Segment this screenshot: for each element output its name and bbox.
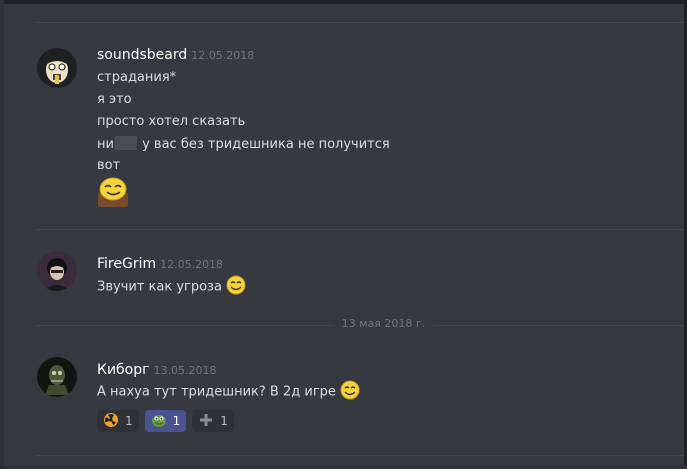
message-text-part: Звучит как угроза (97, 279, 222, 295)
avatar[interactable] (37, 48, 77, 88)
avatar[interactable] (37, 251, 77, 291)
reactions-bar: 1 1 1 (97, 410, 234, 432)
custom-emoji-icon (97, 177, 129, 207)
radiation-emoji-icon (103, 412, 119, 431)
reaction-count: 1 (172, 414, 181, 428)
reaction-radiation[interactable]: 1 (97, 410, 139, 432)
message-text: ни у вас без тридешника не получится (97, 136, 390, 152)
avatar[interactable] (37, 357, 77, 397)
pepe-frog-emoji-icon (151, 412, 167, 431)
username[interactable]: Киборг (97, 362, 149, 378)
message-text-part: А нахуа тут тридешник? В 2д игре (97, 384, 336, 400)
smile-emoji-icon (226, 275, 246, 299)
message-header: Киборг 13.05.2018 (97, 359, 216, 378)
reaction-plus[interactable]: 1 (192, 410, 234, 432)
censor-block (114, 136, 137, 150)
username[interactable]: FireGrim (97, 256, 156, 272)
message-text: Звучит как угроза (97, 275, 246, 299)
message-divider (36, 22, 684, 23)
message-divider (36, 455, 684, 456)
message-text: я это (97, 92, 132, 107)
window-bottom-border (0, 465, 687, 469)
message-text-part: у вас без тридешника не получится (142, 137, 390, 152)
reaction-pepe[interactable]: 1 (144, 410, 187, 432)
timestamp: 12.05.2018 (191, 49, 255, 62)
timestamp: 13.05.2018 (153, 364, 217, 377)
message-header: soundsbeard 12.05.2018 (97, 44, 254, 63)
timestamp: 12.05.2018 (160, 258, 224, 271)
message-text: вот (97, 158, 121, 173)
window-top-border (0, 0, 687, 4)
message-divider (36, 229, 684, 230)
reaction-count: 1 (220, 414, 228, 428)
message-text: просто хотел сказать (97, 114, 246, 129)
message-text: А нахуа тут тридешник? В 2д игре (97, 380, 360, 404)
window-left-border (0, 0, 4, 469)
reaction-count: 1 (125, 414, 133, 428)
plus-emoji-icon (198, 412, 214, 431)
date-separator-label: 13 мая 2018 г. (333, 317, 434, 330)
smile-emoji-icon (340, 380, 360, 404)
username[interactable]: soundsbeard (97, 47, 187, 63)
message-text-part: ни (97, 137, 114, 152)
message-header: FireGrim 12.05.2018 (97, 253, 223, 272)
message-text: страдания* (97, 70, 177, 85)
